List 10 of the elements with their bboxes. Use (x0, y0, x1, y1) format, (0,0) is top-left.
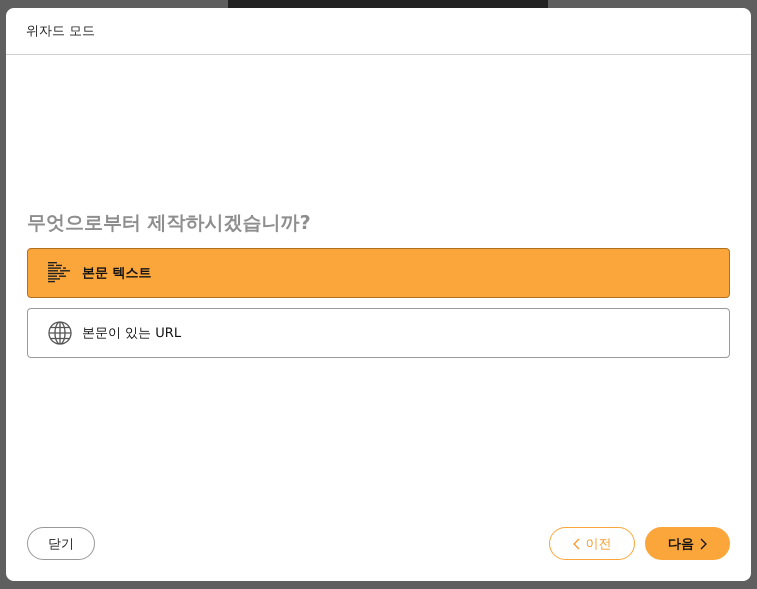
option-item[interactable]: 본문이 있는 URL (27, 308, 730, 358)
window-title: 위자드 모드 (26, 23, 96, 40)
question-text: 무엇으로부터 제작하시겠습니까? (27, 211, 312, 236)
close-button[interactable]: 닫기 (27, 527, 95, 560)
chevron-right-icon (700, 538, 707, 550)
chevron-left-icon (572, 538, 580, 550)
option-item[interactable]: 본문 텍스트 (27, 248, 730, 298)
next-button[interactable]: 다음 (645, 527, 730, 560)
text-lines-icon (48, 262, 72, 284)
globe-icon (48, 321, 72, 345)
